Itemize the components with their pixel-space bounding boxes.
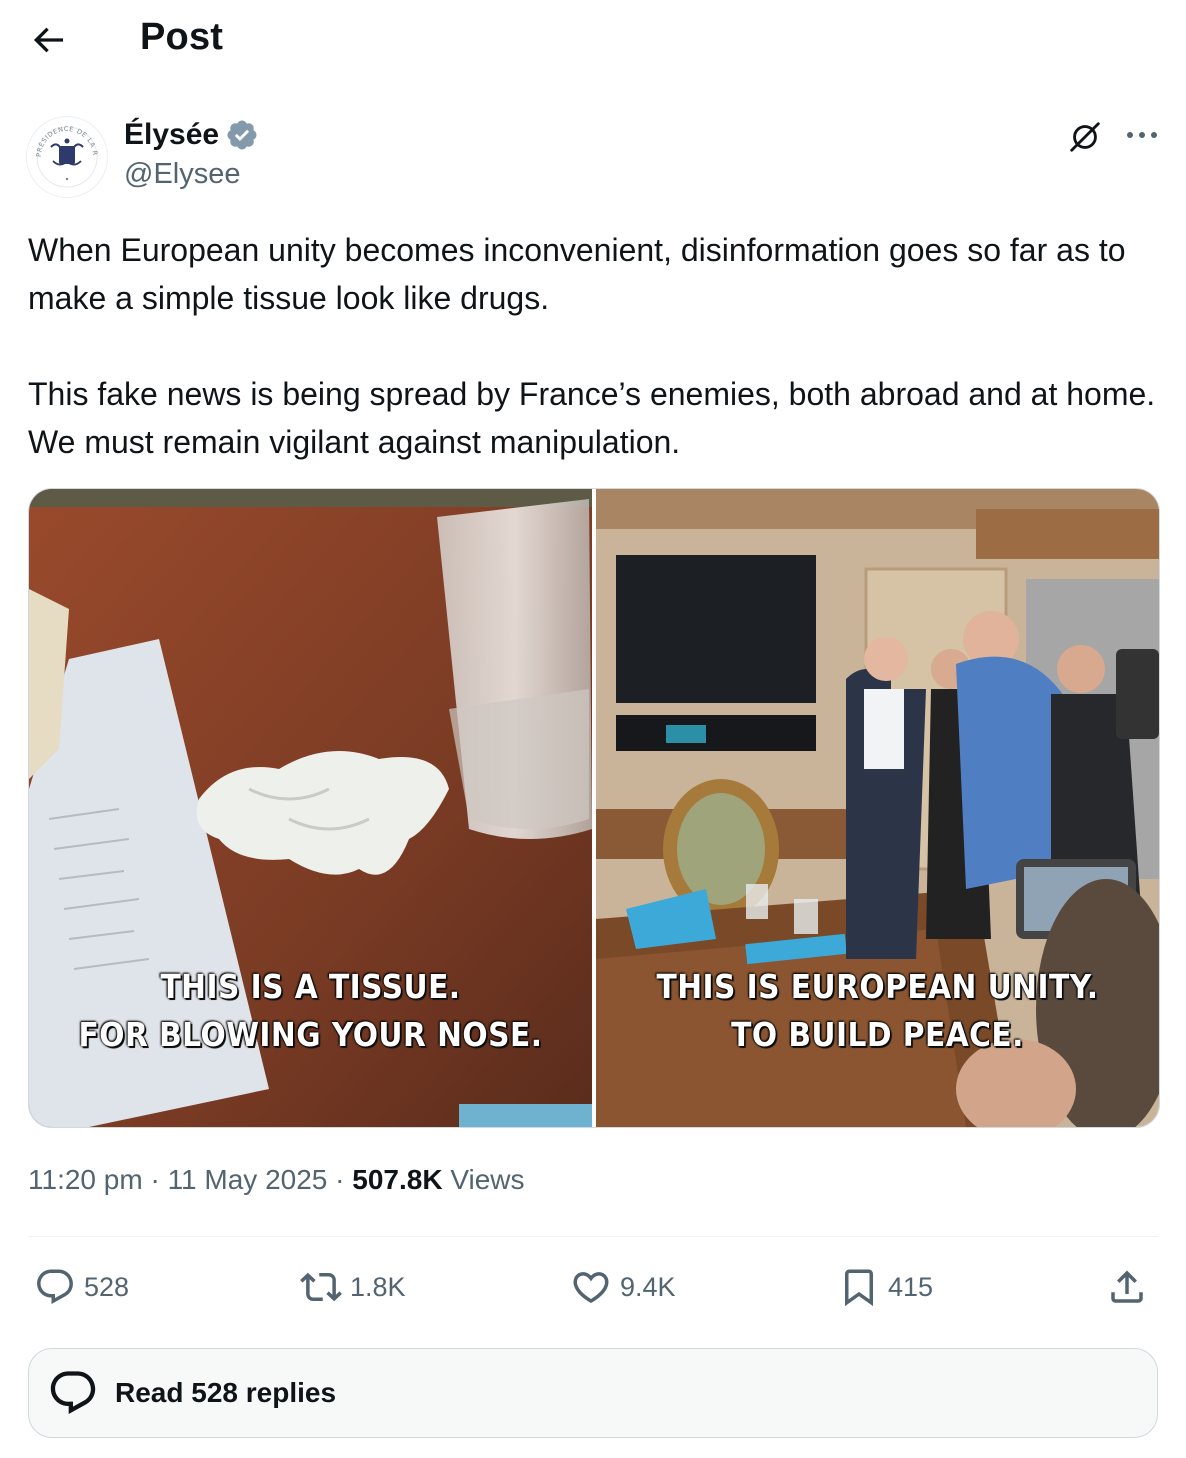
caption-line: THIS IS A TISSUE. [160, 967, 461, 1006]
like-button[interactable]: 9.4K [570, 1260, 676, 1314]
post-meta: 11:20 pm · 11 May 2025 · 507.8K Views [28, 1164, 525, 1196]
repost-count: 1.8K [350, 1271, 406, 1302]
arrow-left-icon[interactable] [28, 20, 68, 60]
action-bar: 528 1.8K 9.4K 415 [28, 1260, 1158, 1314]
views-count: 507.8K [352, 1164, 443, 1195]
caption-line: THIS IS EUROPEAN UNITY. [656, 967, 1099, 1006]
author-name-text: Élysée [124, 118, 220, 151]
like-count: 9.4K [620, 1271, 676, 1302]
tissue-caption: THIS IS A TISSUE. FOR BLOWING YOUR NOSE. [57, 963, 564, 1059]
unity-caption: THIS IS EUROPEAN UNITY. TO BUILD PEACE. [624, 963, 1131, 1059]
post-text: When European unity becomes inconvenient… [28, 226, 1158, 466]
caption-line: FOR BLOWING YOUR NOSE. [78, 1015, 543, 1054]
verified-badge-icon [227, 120, 257, 150]
meeting-photo[interactable]: THIS IS EUROPEAN UNITY. TO BUILD PEACE. [596, 489, 1159, 1127]
repost-icon [300, 1272, 342, 1302]
read-replies-button[interactable]: Read 528 replies [28, 1348, 1158, 1438]
more-options-icon[interactable] [1122, 120, 1162, 150]
post-paragraph: When European unity becomes inconvenient… [28, 232, 1126, 316]
bookmark-count: 415 [888, 1271, 934, 1302]
chat-bubble-icon [50, 1371, 96, 1415]
repost-button[interactable]: 1.8K [300, 1260, 406, 1314]
share-icon [1111, 1270, 1143, 1303]
reply-button[interactable]: 528 [34, 1260, 129, 1314]
bookmark-icon [845, 1269, 873, 1307]
top-bar: Post [0, 0, 1186, 80]
reply-count: 528 [84, 1271, 130, 1302]
bookmark-button[interactable]: 415 [838, 1260, 933, 1314]
post-media[interactable]: THIS IS A TISSUE. FOR BLOWING YOUR NOSE. [28, 488, 1160, 1128]
meta-separator: · [150, 1164, 160, 1195]
heart-icon [573, 1272, 609, 1304]
divider [28, 1236, 1158, 1237]
grok-icon[interactable] [1066, 118, 1104, 156]
author-name[interactable]: Élysée [124, 118, 259, 152]
post-time[interactable]: 11:20 pm [28, 1164, 143, 1195]
reply-icon [37, 1269, 73, 1304]
tissue-photo[interactable]: THIS IS A TISSUE. FOR BLOWING YOUR NOSE. [29, 489, 592, 1127]
read-replies-label: Read 528 replies [115, 1377, 337, 1408]
page-title: Post [140, 16, 224, 58]
caption-line: TO BUILD PEACE. [731, 1015, 1024, 1054]
post-paragraph: This fake news is being spread by France… [28, 376, 1156, 460]
meta-separator: · [335, 1164, 345, 1195]
author-handle[interactable]: @Elysee [124, 158, 240, 191]
avatar[interactable]: PRÉSIDENCE DE LA RÉPUBLIQUE [24, 110, 108, 198]
post-date[interactable]: 11 May 2025 [168, 1164, 328, 1195]
presidence-seal-icon: PRÉSIDENCE DE LA RÉPUBLIQUE [24, 110, 98, 188]
share-button[interactable] [1106, 1260, 1148, 1314]
views-label: Views [450, 1164, 525, 1195]
